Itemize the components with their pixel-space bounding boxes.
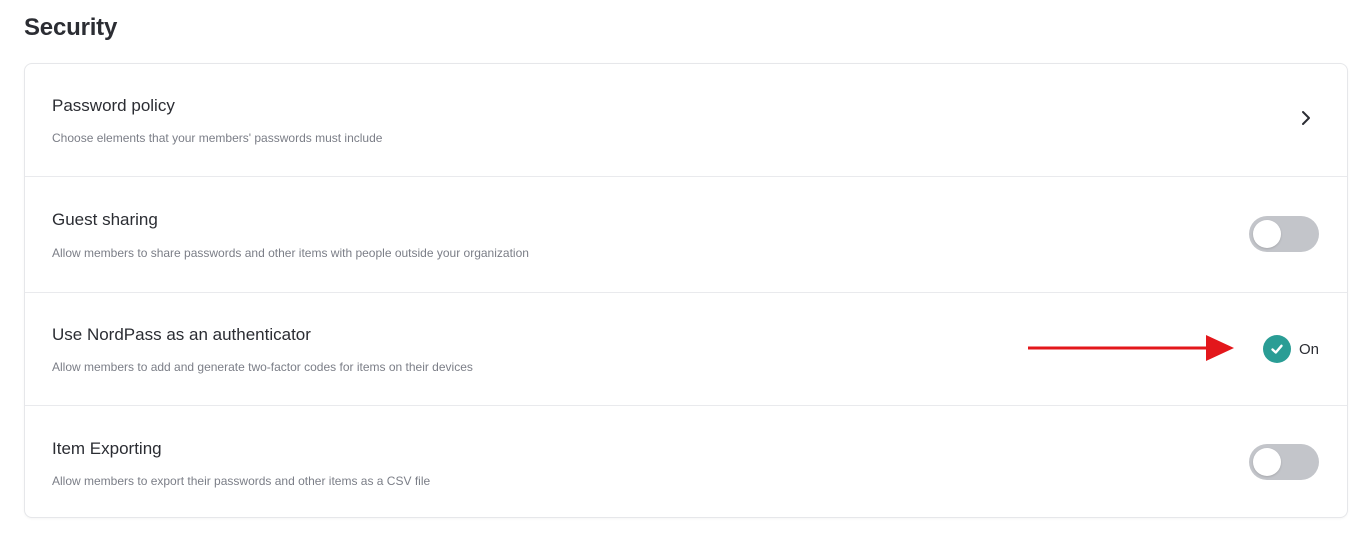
status-label: On xyxy=(1298,340,1319,358)
setting-row-guest-sharing: Guest sharing Allow members to share pas… xyxy=(25,177,1347,293)
setting-row-item-exporting: Item Exporting Allow members to export t… xyxy=(25,406,1347,517)
check-circle-icon xyxy=(1262,335,1291,363)
setting-description: Allow members to add and generate two-fa… xyxy=(52,360,473,374)
setting-title: Use NordPass as an authenticator xyxy=(52,325,311,344)
guest-sharing-toggle[interactable] xyxy=(1249,216,1319,252)
security-settings-card: Password policy Choose elements that you… xyxy=(24,63,1348,518)
setting-description: Choose elements that your members' passw… xyxy=(52,131,383,145)
setting-row-password-policy[interactable]: Password policy Choose elements that you… xyxy=(25,64,1347,177)
toggle-knob xyxy=(1253,220,1281,248)
chevron-right-icon[interactable] xyxy=(1299,109,1313,127)
section-title: Security xyxy=(24,14,118,41)
red-arrow-annotation xyxy=(1028,335,1234,361)
setting-title: Password policy xyxy=(52,96,175,115)
security-settings-page: Security Password policy Choose elements… xyxy=(0,0,1366,538)
setting-title: Item Exporting xyxy=(52,439,162,458)
item-exporting-toggle[interactable] xyxy=(1249,444,1319,480)
authenticator-status[interactable]: On xyxy=(1262,335,1319,363)
setting-title: Guest sharing xyxy=(52,210,158,229)
setting-description: Allow members to share passwords and oth… xyxy=(52,246,529,260)
toggle-knob xyxy=(1253,448,1281,476)
setting-description: Allow members to export their passwords … xyxy=(52,474,431,488)
